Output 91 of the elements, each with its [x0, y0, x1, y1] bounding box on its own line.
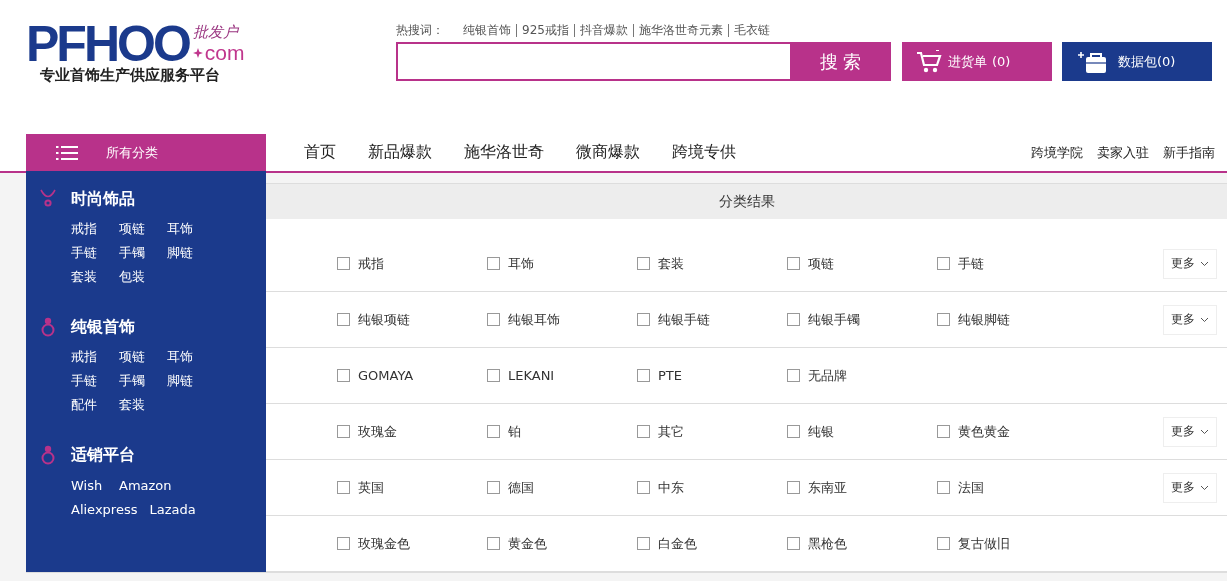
category-link[interactable]: 手镯 [119, 372, 155, 390]
category-link[interactable]: 手链 [71, 372, 107, 390]
more-button[interactable]: 更多 [1163, 416, 1217, 447]
category-menu-header[interactable]: 所有分类 [26, 134, 266, 171]
more-button[interactable]: 更多 [1163, 472, 1217, 503]
filter-option[interactable]: 法国 [937, 478, 1087, 497]
nav-link[interactable]: 新品爆款 [368, 142, 432, 163]
category-link[interactable]: 耳饰 [167, 348, 203, 366]
category-link[interactable]: Amazon [119, 477, 172, 493]
nav-link[interactable]: 微商爆款 [576, 142, 640, 163]
filter-option[interactable]: 戒指 [337, 254, 487, 273]
category-title[interactable]: 纯银首饰 [71, 316, 135, 338]
filter-option[interactable]: 耳饰 [487, 254, 637, 273]
more-button[interactable]: 更多 [1163, 304, 1217, 335]
filter-option[interactable]: 纯银耳饰 [487, 310, 637, 329]
logo-wordmark[interactable]: PFHOO [26, 22, 189, 66]
chevron-down-icon [1200, 316, 1209, 323]
filter-option[interactable]: GOMAYA [337, 366, 487, 385]
filter-option[interactable]: 玫瑰金 [337, 422, 487, 441]
filter-option[interactable]: 纯银项链 [337, 310, 487, 329]
filter-option[interactable]: 黄色黄金 [937, 422, 1087, 441]
filter-option[interactable]: 项链 [787, 254, 937, 273]
category-link[interactable]: 手链 [71, 244, 107, 262]
hot-search-link[interactable]: 施华洛世奇元素 [632, 23, 728, 37]
chevron-down-icon [1200, 428, 1209, 435]
category-title[interactable]: 适销平台 [71, 444, 135, 466]
hot-search-link[interactable]: 925戒指 [516, 23, 574, 37]
filter-option[interactable]: 纯银手链 [637, 310, 787, 329]
cart-button[interactable]: 进货单 (0) [902, 42, 1052, 81]
ring-icon [40, 317, 56, 337]
hot-search-link[interactable]: 纯银首饰 [458, 23, 516, 37]
filter-option[interactable]: PTE [637, 366, 787, 385]
filter-option[interactable]: 其它 [637, 422, 787, 441]
category-link[interactable]: 包装 [119, 268, 155, 286]
filter-option[interactable]: 黄金色 [487, 534, 637, 553]
filter-option[interactable]: 复古做旧 [937, 534, 1087, 553]
category-link[interactable]: 戒指 [71, 348, 107, 366]
logo-domain: com [204, 42, 245, 64]
category-title[interactable]: 时尚饰品 [71, 188, 135, 210]
filter-option[interactable]: 东南亚 [787, 478, 937, 497]
category-link[interactable]: 脚链 [167, 372, 203, 390]
menu-icon [56, 144, 78, 161]
category-link[interactable]: 项链 [119, 348, 155, 366]
category-link[interactable]: 手镯 [119, 244, 155, 262]
filter-option[interactable]: 手链 [937, 254, 1087, 273]
cart-icon [916, 49, 942, 74]
sparkle-icon [192, 48, 203, 58]
nav-link[interactable]: 跨境学院 [1031, 143, 1083, 162]
category-link[interactable]: 戒指 [71, 220, 107, 238]
hot-search-link[interactable]: 毛衣链 [727, 23, 775, 37]
chevron-down-icon [1200, 260, 1209, 267]
more-button[interactable]: 更多 [1163, 248, 1217, 279]
category-link[interactable]: Lazada [149, 501, 196, 517]
data-pack-button[interactable]: 数据包(0) [1062, 42, 1212, 81]
filter-option[interactable]: 纯银脚链 [937, 310, 1087, 329]
filter-option[interactable]: 德国 [487, 478, 637, 497]
category-link[interactable]: Wish [71, 477, 107, 493]
filter-option[interactable]: 白金色 [637, 534, 787, 553]
nav-link[interactable]: 施华洛世奇 [464, 142, 544, 163]
category-link[interactable]: 脚链 [167, 244, 203, 262]
search-field[interactable] [396, 42, 790, 81]
search-button[interactable]: 搜 索 [790, 42, 891, 81]
category-link[interactable]: 耳饰 [167, 220, 203, 238]
filter-option[interactable]: 纯银手镯 [787, 310, 937, 329]
filter-option[interactable]: 英国 [337, 478, 487, 497]
nav-link[interactable]: 新手指南 [1163, 143, 1215, 162]
category-link[interactable]: 套装 [119, 396, 155, 414]
filter-option[interactable]: 无品牌 [787, 366, 937, 385]
filter-option[interactable]: 纯银 [787, 422, 937, 441]
filter-option[interactable]: LEKANI [487, 366, 637, 385]
filter-option[interactable]: 中东 [637, 478, 787, 497]
nav-link[interactable]: 首页 [304, 142, 336, 163]
nav-link[interactable]: 跨境专供 [672, 142, 736, 163]
logo-tagline: 专业首饰生产供应服务平台 [40, 66, 221, 84]
filter-option[interactable]: 黑枪色 [787, 534, 937, 553]
filter-option[interactable]: 玫瑰金色 [337, 534, 487, 553]
category-link[interactable]: 套装 [71, 268, 107, 286]
hot-search-link[interactable]: 抖音爆款 [573, 23, 633, 37]
results-title: 分类结果 [718, 192, 775, 211]
category-link[interactable]: Aliexpress [71, 501, 138, 517]
nav-link[interactable]: 卖家入驻 [1097, 143, 1149, 162]
filter-option[interactable]: 套装 [637, 254, 787, 273]
category-link[interactable]: 项链 [119, 220, 155, 238]
category-link[interactable]: 配件 [71, 396, 107, 414]
ring-icon [40, 445, 56, 465]
necklace-icon [40, 189, 56, 209]
filter-option[interactable]: 铂 [487, 422, 637, 441]
chevron-down-icon [1200, 484, 1209, 491]
bag-icon [1078, 49, 1108, 74]
hot-search-label: 热搜词： [396, 21, 444, 39]
logo-script: 批发户 [192, 22, 240, 42]
